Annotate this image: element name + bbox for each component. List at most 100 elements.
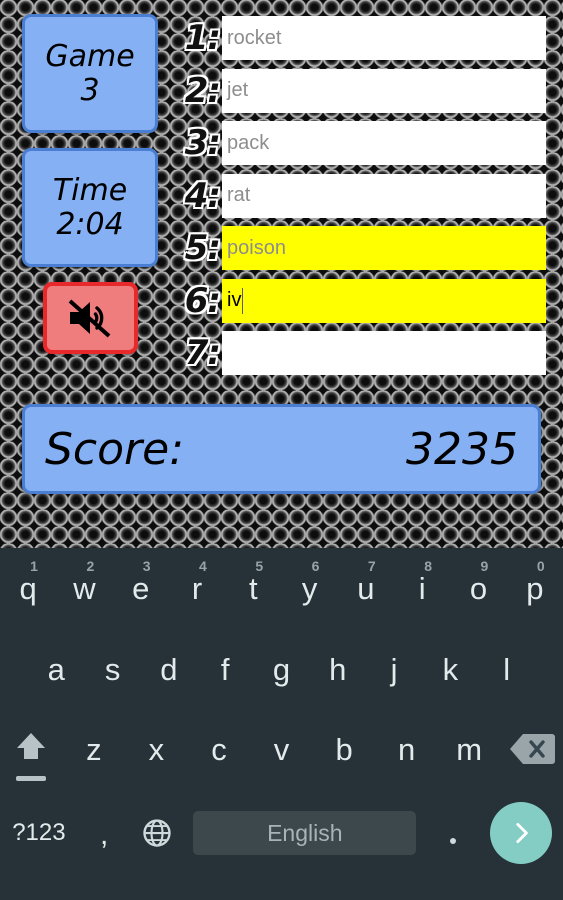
game-tile-value: 3	[80, 72, 100, 108]
key-label: e	[132, 570, 150, 606]
spacebar-language-label: English	[267, 819, 343, 846]
on-screen-keyboard: 1q2w3e4r5t6y7u8i9o0p as d f g h jkl zxc v bnm ?…	[0, 548, 563, 900]
key-label: f	[220, 651, 230, 687]
key-m[interactable]: m	[438, 708, 501, 790]
key-backspace[interactable]	[501, 708, 563, 790]
word-row: 1: rocket	[178, 16, 546, 69]
key-w[interactable]: 2w	[56, 554, 112, 630]
key-p[interactable]: 0p	[507, 554, 563, 630]
key-label: g	[272, 651, 291, 687]
key-u[interactable]: 7u	[338, 554, 394, 630]
key-i[interactable]: 8i	[394, 554, 450, 630]
key-symbols[interactable]: ?123	[0, 790, 78, 876]
key-b[interactable]: b	[313, 708, 376, 790]
word-input-value: pack	[227, 131, 270, 154]
key-z[interactable]: z	[63, 708, 126, 790]
game-area: Game 3 Time 2:04 1: rocket 2: jet 3: pack 4: ra…	[0, 0, 563, 548]
key-x[interactable]: x	[125, 708, 188, 790]
app-root: Game 3 Time 2:04 1: rocket 2: jet 3: pack 4: ra…	[0, 0, 563, 900]
key-j[interactable]: j	[366, 630, 422, 708]
word-row-number: 5:	[184, 228, 221, 268]
key-spacebar[interactable]: English	[184, 790, 427, 876]
key-label: w	[73, 570, 96, 606]
key-label: r	[191, 570, 203, 606]
word-row-number: 1:	[184, 18, 221, 58]
word-input-2[interactable]: jet	[222, 68, 546, 113]
text-caret	[242, 287, 244, 314]
key-comma-label: ,	[100, 818, 109, 851]
keyboard-row-4: ?123 , English	[0, 790, 563, 876]
key-label: z	[86, 731, 102, 767]
key-n[interactable]: n	[375, 708, 438, 790]
word-input-5[interactable]: poison	[222, 226, 546, 270]
time-tile: Time 2:04	[22, 148, 158, 267]
word-row: 3: pack	[178, 121, 546, 174]
key-label: s	[104, 651, 121, 687]
shift-icon	[17, 733, 46, 759]
status-column: Game 3 Time 2:04	[22, 14, 158, 354]
key-label: j	[390, 651, 398, 687]
key-k[interactable]: k	[422, 630, 478, 708]
key-label: p	[526, 570, 544, 606]
key-label: c	[211, 731, 227, 767]
key-f[interactable]: f	[197, 630, 253, 708]
enter-cap	[490, 802, 552, 864]
word-row-number: 7:	[184, 333, 221, 373]
mute-toggle-button[interactable]	[42, 282, 138, 354]
score-bar: Score: 3235	[22, 404, 541, 494]
score-label: Score:	[45, 423, 185, 475]
key-label: v	[273, 731, 290, 767]
time-tile-value: 2:04	[56, 206, 124, 242]
key-r[interactable]: 4r	[169, 554, 225, 630]
key-comma[interactable]: ,	[78, 790, 131, 876]
word-row: 5: poison	[178, 226, 546, 279]
key-v[interactable]: v	[250, 708, 313, 790]
backspace-icon	[509, 734, 555, 764]
key-l[interactable]: l	[479, 630, 535, 708]
chevron-right-icon	[516, 822, 528, 844]
key-period[interactable]	[426, 790, 479, 876]
key-d[interactable]: d	[141, 630, 197, 708]
key-s[interactable]: s	[84, 630, 140, 708]
word-row: 2: jet	[178, 68, 546, 122]
keyboard-row-3: zxc v bnm	[0, 708, 563, 790]
word-input-7[interactable]	[222, 331, 546, 375]
key-h[interactable]: h	[310, 630, 366, 708]
period-dot	[449, 838, 456, 844]
key-label: i	[418, 570, 426, 606]
key-language-switch[interactable]	[131, 790, 184, 876]
word-input-value: rocket	[227, 26, 282, 49]
key-o[interactable]: 9o	[450, 554, 506, 630]
word-row-number: 6:	[184, 280, 221, 321]
key-enter[interactable]	[479, 790, 563, 876]
word-input-3[interactable]: pack	[222, 121, 546, 165]
spacebar-cap: English	[193, 811, 417, 855]
key-label: b	[335, 731, 353, 767]
keyboard-row-1: 1q2w3e4r5t6y7u8i9o0p	[0, 548, 563, 630]
word-input-6[interactable]: iv	[222, 278, 546, 323]
key-t[interactable]: 5t	[225, 554, 281, 630]
key-label: u	[357, 570, 375, 606]
key-q[interactable]: 1q	[0, 554, 56, 630]
key-y[interactable]: 6y	[281, 554, 337, 630]
keyboard-row-2: as d f g h jkl	[0, 630, 563, 708]
key-label: t	[249, 570, 258, 606]
key-label: d	[160, 651, 178, 687]
word-input-list: 1: rocket 2: jet 3: pack 4: rat 5: poison 6: iv 7:	[178, 16, 546, 384]
word-row-number: 2:	[184, 70, 221, 111]
key-g[interactable]: g	[253, 630, 309, 708]
key-shift[interactable]	[0, 708, 63, 790]
word-input-1[interactable]: rocket	[222, 16, 546, 60]
key-label: y	[301, 570, 318, 606]
word-input-4[interactable]: rat	[222, 173, 546, 218]
key-c[interactable]: c	[188, 708, 251, 790]
word-row-number: 4:	[184, 175, 221, 216]
word-input-value: iv	[227, 289, 242, 311]
key-e[interactable]: 3e	[113, 554, 169, 630]
word-input-value: jet	[227, 79, 249, 101]
game-tile-label: Game	[45, 39, 135, 74]
key-label: h	[329, 651, 347, 687]
key-a[interactable]: a	[28, 630, 84, 708]
word-input-value: rat	[227, 184, 251, 206]
score-value: 3235	[406, 423, 518, 475]
